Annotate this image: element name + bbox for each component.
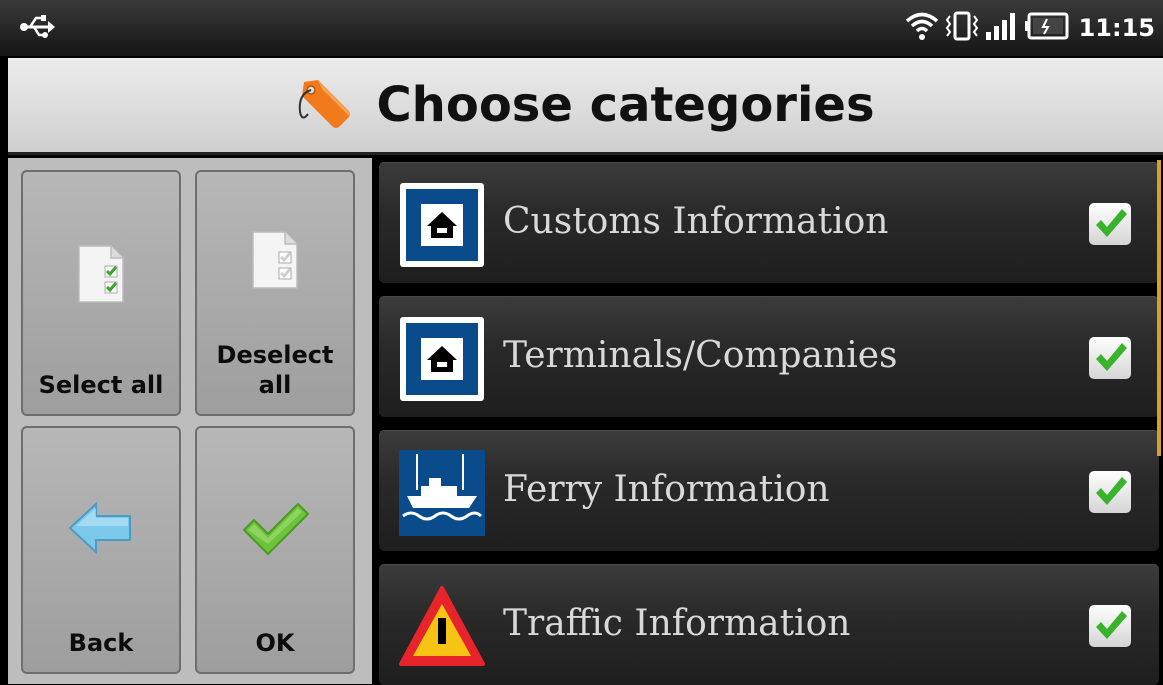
category-checkbox[interactable] <box>1089 337 1131 379</box>
title-bar: Choose categories <box>8 58 1163 155</box>
checkmark-icon <box>197 500 353 560</box>
category-row-customs[interactable]: Customs Information <box>379 162 1159 283</box>
check-icon <box>1096 209 1127 237</box>
category-list: Customs Information Terminals/Companies <box>374 158 1163 685</box>
checklist-checked-icon <box>23 242 179 306</box>
signal-icon <box>985 11 1019 45</box>
status-bar: 11:15 <box>0 0 1163 58</box>
tag-icon <box>296 72 362 138</box>
category-row-ferry[interactable]: Ferry Information <box>379 430 1159 551</box>
back-label: Back <box>68 629 134 657</box>
ok-button[interactable]: OK <box>195 426 355 674</box>
page-title: Choose categories <box>376 77 875 133</box>
back-arrow-icon <box>23 498 179 558</box>
category-label: Terminals/Companies <box>503 335 898 376</box>
house-sign-icon <box>399 182 485 268</box>
usb-icon <box>20 14 56 44</box>
wifi-icon <box>905 11 939 45</box>
deselect-all-label-line1: Deselect <box>216 341 334 369</box>
deselect-all-label: Deselect all <box>197 340 353 400</box>
check-icon <box>1096 611 1127 639</box>
category-checkbox[interactable] <box>1089 203 1131 245</box>
vibrate-icon <box>945 10 979 46</box>
scrollbar[interactable] <box>1157 160 1161 456</box>
ok-label: OK <box>255 629 295 657</box>
house-sign-icon <box>399 316 485 402</box>
select-all-button[interactable]: Select all <box>21 170 181 416</box>
back-button[interactable]: Back <box>21 426 181 674</box>
category-row-terminals[interactable]: Terminals/Companies <box>379 296 1159 417</box>
action-panel: Select all Deselect all Back OK <box>8 158 372 684</box>
category-label: Traffic Information <box>503 603 851 644</box>
battery-icon <box>1024 11 1069 45</box>
checklist-empty-icon <box>197 228 353 292</box>
category-label: Ferry Information <box>503 469 830 510</box>
ferry-icon <box>399 450 485 536</box>
deselect-all-button[interactable]: Deselect all <box>195 170 355 416</box>
category-checkbox[interactable] <box>1089 471 1131 513</box>
status-clock: 11:15 <box>1078 14 1155 42</box>
category-checkbox[interactable] <box>1089 605 1131 647</box>
select-all-label: Select all <box>38 371 164 399</box>
category-row-traffic[interactable]: Traffic Information <box>379 564 1159 685</box>
category-label: Customs Information <box>503 201 889 242</box>
check-icon <box>1096 477 1127 505</box>
deselect-all-label-line2: all <box>258 371 292 399</box>
warning-triangle-icon <box>399 584 485 670</box>
check-icon <box>1096 343 1127 371</box>
